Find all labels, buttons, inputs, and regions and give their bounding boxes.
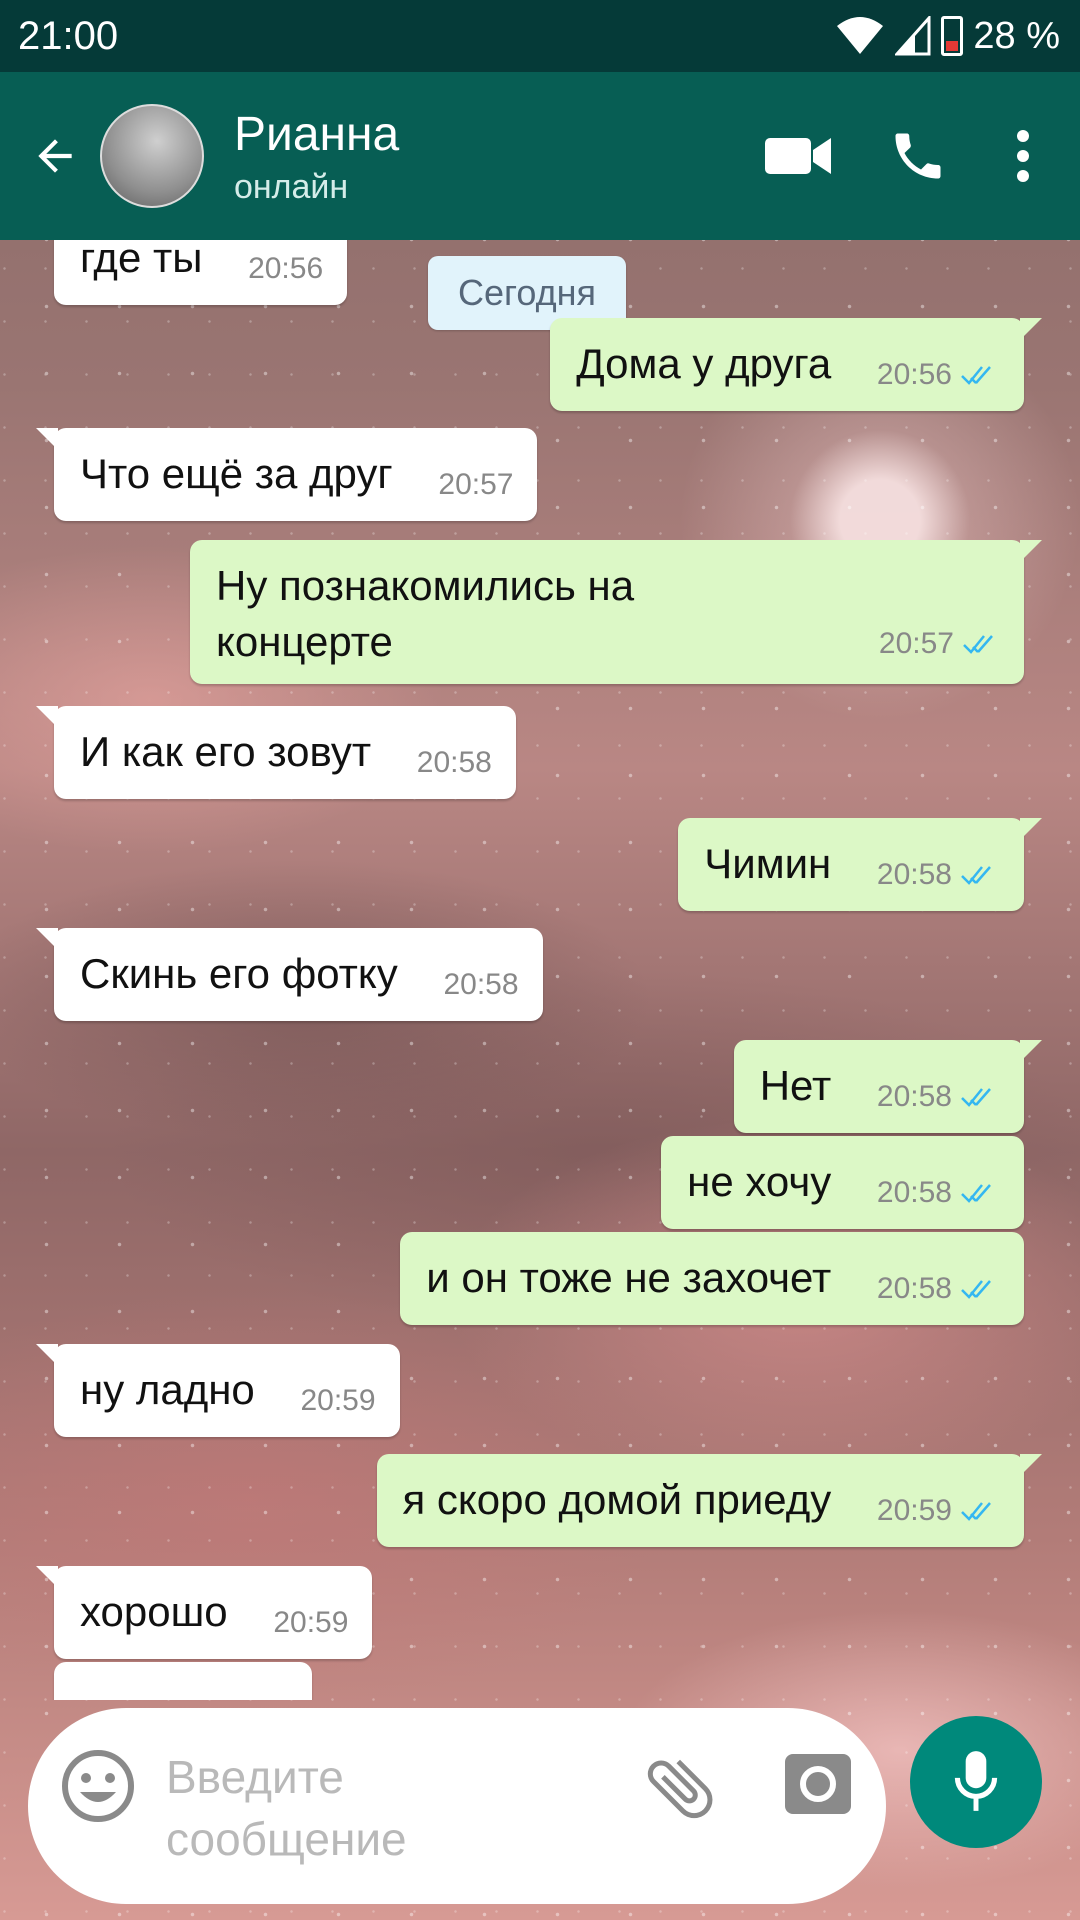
- message-time: 20:57: [878, 627, 954, 660]
- message-meta: 20:57: [438, 457, 513, 513]
- message-time: 20:58: [443, 968, 519, 1001]
- message-bubble[interactable]: хорошо 20:59: [35, 1566, 373, 1659]
- message-time: 20:58: [876, 1080, 952, 1113]
- message-bubble-partial[interactable]: [54, 1662, 312, 1700]
- attach-button[interactable]: [640, 1748, 720, 1828]
- message-meta: 20:58: [443, 957, 518, 1013]
- message-meta: 20:58: [877, 1069, 1000, 1125]
- wifi-icon: [837, 17, 884, 54]
- message-input[interactable]: Введите сообщение: [166, 1746, 526, 1870]
- message-bubble[interactable]: Ну познакомились на концерте 20:57: [190, 540, 1042, 684]
- message-text: не хочу: [687, 1158, 832, 1205]
- message-text: ну ладно: [80, 1366, 255, 1413]
- more-vert-icon: [1017, 130, 1029, 182]
- message-text: Нет: [759, 1062, 832, 1109]
- emoji-icon: [62, 1750, 134, 1822]
- message-text: где ты: [80, 240, 203, 281]
- voice-record-button[interactable]: [910, 1716, 1042, 1848]
- message-text: Ну познакомились на концерте: [216, 562, 635, 665]
- message-text: Чимин: [704, 840, 832, 887]
- message-meta: 20:59: [877, 1483, 1000, 1539]
- message-composer[interactable]: Введите сообщение: [28, 1708, 886, 1904]
- message-meta: 20:56: [877, 347, 1000, 403]
- voice-call-button[interactable]: [858, 96, 978, 216]
- microphone-icon: [954, 1751, 998, 1811]
- read-ticks-icon: [961, 1088, 991, 1107]
- status-time: 21:00: [18, 13, 119, 58]
- camera-icon: [785, 1754, 851, 1814]
- contact-avatar[interactable]: [100, 104, 204, 208]
- back-button[interactable]: [10, 72, 100, 240]
- message-text: И как его зовут: [80, 728, 372, 775]
- message-meta: 20:57: [879, 616, 1002, 672]
- contact-name: Рианна: [234, 107, 400, 161]
- read-ticks-icon: [961, 866, 991, 885]
- video-call-button[interactable]: [738, 96, 858, 216]
- emoji-button[interactable]: [58, 1746, 138, 1826]
- chat-header: Рианна онлайн: [0, 72, 1080, 240]
- message-list[interactable]: где ты 20:56 Сегодня Дома у друга 20:56 …: [0, 240, 1080, 1700]
- message-bubble[interactable]: я скоро домой приеду 20:59: [376, 1454, 1042, 1547]
- message-bubble[interactable]: Что ещё за друг 20:57: [35, 428, 538, 521]
- message-text: Дома у друга: [576, 340, 832, 387]
- status-icons: 28 %: [835, 15, 1060, 58]
- signal-icon: [895, 16, 931, 56]
- message-time: 20:56: [876, 358, 952, 391]
- message-time: 20:58: [876, 858, 952, 891]
- message-bubble[interactable]: Чимин 20:58: [678, 818, 1042, 911]
- message-text: я скоро домой приеду: [402, 1476, 832, 1523]
- message-meta: 20:58: [877, 1261, 1000, 1317]
- message-time: 20:58: [876, 1176, 952, 1209]
- message-meta: 20:58: [417, 735, 492, 791]
- contact-status: онлайн: [234, 167, 349, 206]
- message-time: 20:57: [438, 468, 514, 501]
- message-meta: 20:58: [877, 1165, 1000, 1221]
- message-time: 20:59: [876, 1494, 952, 1527]
- message-bubble[interactable]: Скинь его фотку 20:58: [36, 928, 543, 1021]
- message-text: Скинь его фотку: [80, 950, 398, 997]
- message-text: хорошо: [80, 1588, 228, 1635]
- message-meta: 20:59: [273, 1595, 348, 1651]
- message-bubble[interactable]: и он тоже не захочет 20:58: [400, 1232, 1024, 1325]
- paperclip-icon: [647, 1759, 713, 1819]
- message-time: 20:56: [248, 252, 324, 285]
- phone-icon: [895, 133, 941, 179]
- read-ticks-icon: [961, 1502, 991, 1521]
- message-text: и он тоже не захочет: [426, 1254, 832, 1301]
- message-bubble[interactable]: не хочу 20:58: [661, 1136, 1024, 1229]
- message-time: 20:58: [876, 1272, 952, 1305]
- message-meta: 20:59: [300, 1373, 375, 1429]
- battery-icon: [941, 16, 964, 56]
- message-bubble[interactable]: Дома у друга 20:56: [550, 318, 1042, 411]
- message-time: 20:58: [416, 746, 492, 779]
- message-bubble[interactable]: где ты 20:56: [54, 240, 348, 305]
- read-ticks-icon: [961, 1184, 991, 1203]
- read-ticks-icon: [961, 1280, 991, 1299]
- menu-button[interactable]: [978, 96, 1068, 216]
- message-text: Что ещё за друг: [80, 450, 393, 497]
- message-bubble[interactable]: ну ладно 20:59: [36, 1344, 400, 1437]
- message-meta: 20:58: [877, 847, 1000, 903]
- message-meta: 20:56: [248, 241, 323, 297]
- message-bubble[interactable]: И как его зовут 20:58: [36, 706, 516, 799]
- read-ticks-icon: [961, 366, 991, 385]
- battery-percent: 28 %: [973, 14, 1060, 57]
- arrow-back-icon: [38, 139, 72, 173]
- status-bar: 21:00 28 %: [0, 0, 1080, 72]
- message-bubble[interactable]: Нет 20:58: [733, 1040, 1043, 1133]
- read-ticks-icon: [963, 635, 993, 654]
- message-time: 20:59: [273, 1606, 349, 1639]
- header-actions: [738, 96, 1080, 216]
- video-call-icon: [765, 138, 831, 174]
- contact-info[interactable]: Рианна онлайн: [234, 106, 399, 207]
- camera-button[interactable]: [783, 1748, 863, 1828]
- message-time: 20:59: [300, 1384, 376, 1417]
